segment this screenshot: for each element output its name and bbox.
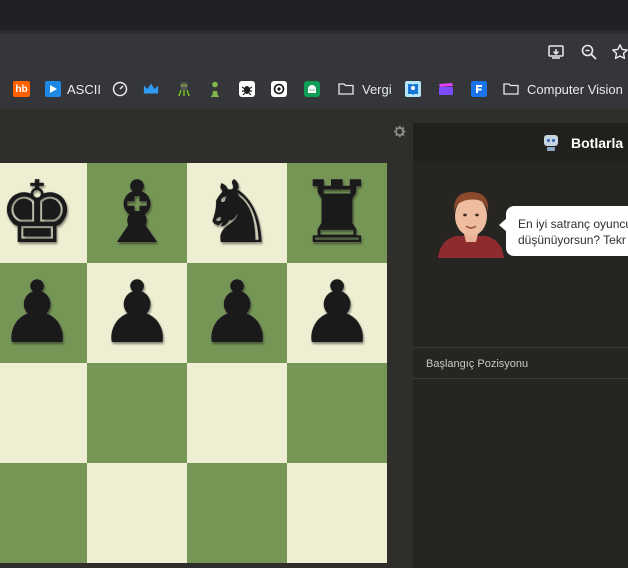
bot-panel-header: Botlarla: [413, 123, 628, 161]
alien-icon: [176, 81, 192, 97]
bookmark-label-computer-vision: Computer Vision: [527, 81, 623, 97]
board-square[interactable]: [287, 463, 387, 563]
board-square[interactable]: ♜: [287, 163, 387, 263]
board-square[interactable]: ♟: [87, 263, 187, 363]
folder-icon: [503, 81, 519, 97]
board-square[interactable]: [187, 363, 287, 463]
clapper-icon: [438, 81, 454, 97]
speech-bubble: En iyi satranç oyuncu düşünüyorsun? Tekr: [506, 206, 628, 256]
openai-icon: [271, 81, 287, 97]
black-pawn-piece[interactable]: ♟: [0, 270, 76, 356]
bookmark-ascii[interactable]: ASCII: [45, 69, 101, 109]
tab-strip: [0, 0, 628, 30]
bookmark-folder-computer-vision[interactable]: Computer Vision: [503, 69, 623, 109]
bot-message-line-1: En iyi satranç oyuncu: [518, 217, 628, 231]
board-square[interactable]: [0, 463, 87, 563]
bookmark-openai[interactable]: [271, 69, 287, 109]
panel-title: Botlarla: [571, 135, 624, 151]
ascii-play-icon: [45, 81, 61, 97]
bookmark-speedtest[interactable]: [112, 69, 128, 109]
chess-board[interactable]: ♚ ♝ ♞ ♜ ♟ ♟ ♟ ♟: [0, 163, 387, 568]
bookmarks-bar: hb ASCII Vergi Computer Vision: [0, 69, 628, 109]
board-square[interactable]: ♞: [187, 163, 287, 263]
forms-icon: [471, 81, 487, 97]
pawn-icon: [207, 81, 223, 97]
black-pawn-piece[interactable]: ♟: [198, 270, 275, 356]
black-king-piece[interactable]: ♚: [0, 170, 76, 256]
board-square[interactable]: ♟: [187, 263, 287, 363]
bookmark-bug[interactable]: [239, 69, 255, 109]
folder-icon: [338, 81, 354, 97]
bookmark-android[interactable]: [304, 69, 320, 109]
bookmark-clapper[interactable]: [438, 69, 454, 109]
board-square[interactable]: ♝: [87, 163, 187, 263]
black-pawn-piece[interactable]: ♟: [298, 270, 375, 356]
bot-message-line-2: düşünüyorsun? Tekr: [518, 233, 626, 247]
hepsiburada-icon: hb: [13, 81, 30, 97]
bookmark-book[interactable]: [405, 69, 421, 109]
bot-avatar[interactable]: [436, 186, 506, 258]
bookmark-alien[interactable]: [176, 69, 192, 109]
bookmark-chess[interactable]: [207, 69, 223, 109]
bookmark-crown[interactable]: [143, 69, 159, 109]
install-app-icon[interactable]: [546, 42, 566, 62]
board-square[interactable]: [187, 463, 287, 563]
browser-toolbar: [0, 34, 628, 69]
bookmark-star-icon[interactable]: [610, 42, 628, 62]
panel-divider: [413, 378, 628, 379]
bookmark-folder-vergi[interactable]: Vergi: [338, 69, 392, 109]
bot-icon: [541, 132, 561, 152]
board-square[interactable]: [87, 463, 187, 563]
gear-icon[interactable]: [392, 124, 408, 140]
board-square[interactable]: ♟: [0, 263, 87, 363]
bookmark-label-ascii: ASCII: [67, 81, 101, 97]
board-square[interactable]: [0, 363, 87, 463]
android-icon: [304, 81, 320, 97]
panel-divider: [413, 347, 628, 348]
bug-icon: [239, 81, 255, 97]
black-bishop-piece[interactable]: ♝: [98, 170, 175, 256]
black-rook-piece[interactable]: ♜: [298, 170, 375, 256]
crown-icon: [143, 81, 159, 97]
board-square[interactable]: ♟: [287, 263, 387, 363]
bookmark-label-vergi: Vergi: [362, 81, 392, 97]
board-square[interactable]: [87, 363, 187, 463]
black-knight-piece[interactable]: ♞: [198, 170, 275, 256]
opening-name: Başlangıç Pozisyonu: [426, 358, 529, 370]
black-pawn-piece[interactable]: ♟: [98, 270, 175, 356]
board-square[interactable]: ♚: [0, 163, 87, 263]
book-icon: [405, 81, 421, 97]
bookmark-hepsiburada[interactable]: hb: [13, 69, 30, 109]
speedometer-icon: [112, 81, 128, 97]
zoom-icon[interactable]: [579, 42, 599, 62]
board-square[interactable]: [287, 363, 387, 463]
bookmark-forms[interactable]: [471, 69, 487, 109]
